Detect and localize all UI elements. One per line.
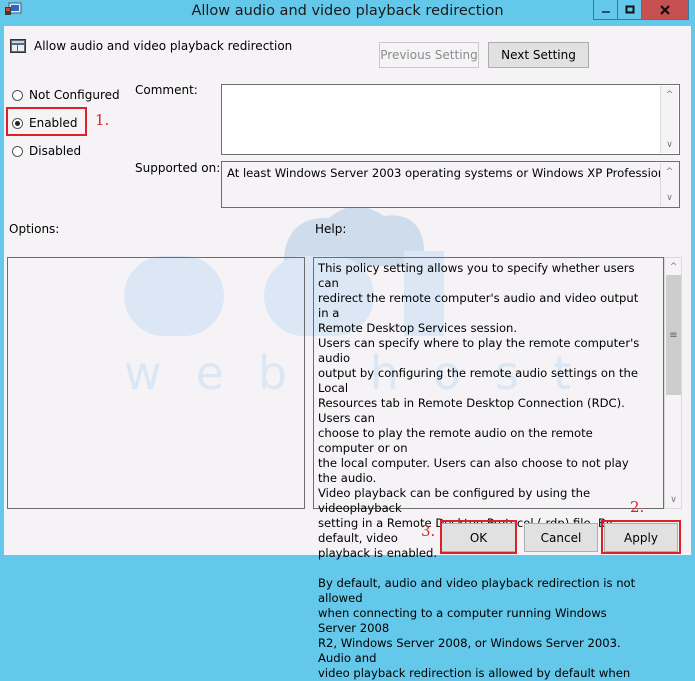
dialog-body: web host Allow audio and video playback … bbox=[4, 26, 691, 680]
radio-indicator[interactable] bbox=[12, 89, 23, 101]
radio-label: Disabled bbox=[29, 144, 82, 158]
annotation-step-2: 2. bbox=[630, 498, 645, 516]
radio-label: Not Configured bbox=[29, 88, 120, 102]
maximize-button[interactable] bbox=[618, 0, 642, 19]
comment-label: Comment: bbox=[135, 83, 198, 97]
scroll-up-icon[interactable]: ^ bbox=[661, 86, 678, 103]
scroll-down-icon[interactable]: ∨ bbox=[661, 189, 678, 206]
window-title: Allow audio and video playback redirecti… bbox=[191, 3, 504, 19]
title-bar: Allow audio and video playback redirecti… bbox=[0, 0, 695, 26]
help-scrollbar[interactable]: ^ ≡ ∨ bbox=[664, 257, 682, 509]
close-button[interactable] bbox=[642, 0, 688, 19]
options-pane bbox=[7, 257, 305, 509]
minimize-button[interactable] bbox=[594, 0, 618, 19]
annotation-highlight-enabled bbox=[6, 107, 87, 136]
scroll-up-icon[interactable]: ^ bbox=[661, 163, 678, 180]
policy-name: Allow audio and video playback redirecti… bbox=[34, 39, 293, 53]
radio-not-configured[interactable]: Not Configured bbox=[12, 88, 120, 102]
close-icon bbox=[660, 4, 670, 15]
supported-on-field: At least Windows Server 2003 operating s… bbox=[221, 161, 680, 208]
help-label: Help: bbox=[315, 222, 347, 236]
supported-on-value: At least Windows Server 2003 operating s… bbox=[227, 166, 676, 180]
help-text: This policy setting allows you to specif… bbox=[318, 261, 640, 680]
annotation-highlight-apply bbox=[601, 520, 681, 554]
radio-disabled[interactable]: Disabled bbox=[12, 144, 81, 158]
window-controls bbox=[593, 0, 689, 20]
supported-on-label: Supported on: bbox=[135, 161, 221, 175]
scroll-thumb[interactable]: ≡ bbox=[666, 275, 681, 395]
minimize-icon bbox=[601, 10, 610, 13]
scroll-down-icon[interactable]: ∨ bbox=[661, 136, 678, 153]
comment-input[interactable]: ^ ∨ bbox=[221, 84, 680, 155]
annotation-step-1: 1. bbox=[95, 111, 110, 129]
annotation-step-3: 3. bbox=[421, 522, 436, 540]
options-label: Options: bbox=[9, 222, 60, 236]
policy-icon bbox=[10, 39, 26, 53]
help-pane: This policy setting allows you to specif… bbox=[313, 257, 664, 680]
radio-indicator[interactable] bbox=[12, 145, 23, 157]
annotation-highlight-ok bbox=[440, 520, 517, 554]
supported-on-scrollbar[interactable]: ^ ∨ bbox=[660, 163, 678, 206]
previous-setting-button[interactable]: Previous Setting bbox=[379, 42, 479, 68]
maximize-icon bbox=[625, 5, 634, 13]
next-setting-button[interactable]: Next Setting bbox=[488, 42, 589, 68]
comment-scrollbar[interactable]: ^ ∨ bbox=[660, 86, 678, 153]
scroll-down-icon[interactable]: ∨ bbox=[665, 491, 682, 508]
cancel-button[interactable]: Cancel bbox=[524, 523, 598, 552]
scroll-up-icon[interactable]: ^ bbox=[665, 258, 682, 275]
